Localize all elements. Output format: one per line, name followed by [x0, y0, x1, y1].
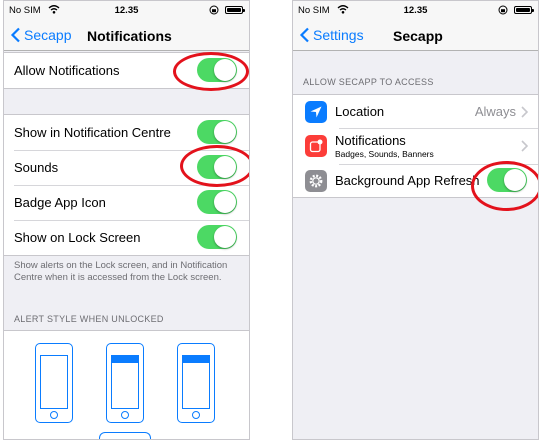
- background-app-refresh-toggle[interactable]: [487, 168, 527, 192]
- back-button[interactable]: Secapp: [10, 27, 71, 43]
- allow-notifications-toggle[interactable]: [197, 58, 237, 82]
- background-app-refresh-label: Background App Refresh: [335, 173, 480, 188]
- notifications-screen: No SIM 12.35 Secapp Notifications Allow …: [3, 0, 250, 440]
- alert-style-header: ALERT STYLE WHEN UNLOCKED: [14, 314, 164, 324]
- chevron-left-icon: [10, 27, 20, 43]
- gear-icon: [305, 169, 327, 192]
- allow-notifications-label: Allow Notifications: [14, 63, 120, 78]
- alert-style-alerts-option[interactable]: [177, 343, 215, 423]
- show-in-notification-centre-label: Show in Notification Centre: [14, 125, 171, 140]
- navigation-bar: Settings Secapp: [293, 21, 538, 51]
- badge-app-icon-row: Badge App Icon: [4, 185, 249, 220]
- allow-notifications-group: Allow Notifications: [4, 52, 249, 89]
- lock-screen-footnote: Show alerts on the Lock screen, and in N…: [14, 260, 228, 283]
- location-detail: Always: [474, 104, 516, 119]
- show-on-lock-screen-toggle[interactable]: [197, 225, 237, 249]
- orientation-lock-icon: [498, 5, 508, 15]
- page-title: Notifications: [87, 28, 172, 44]
- status-bar: No SIM 12.35: [293, 1, 538, 21]
- location-arrow-icon: [305, 100, 327, 123]
- selected-style-indicator: [99, 432, 151, 439]
- background-app-refresh-row: Background App Refresh: [293, 164, 538, 197]
- notifications-label: Notifications: [335, 133, 406, 148]
- back-label: Secapp: [24, 27, 72, 43]
- chevron-right-icon: [521, 140, 528, 152]
- alert-style-picker: [4, 330, 249, 439]
- badge-app-icon-label: Badge App Icon: [14, 195, 106, 210]
- notification-options-group: Show in Notification Centre Sounds Badge…: [4, 114, 249, 256]
- sounds-toggle[interactable]: [197, 155, 237, 179]
- battery-icon: [514, 6, 534, 14]
- location-row[interactable]: Location Always: [293, 95, 538, 128]
- notifications-subtitle: Badges, Sounds, Banners: [335, 149, 434, 159]
- badge-app-icon-toggle[interactable]: [197, 190, 237, 214]
- show-in-notification-centre-toggle[interactable]: [197, 120, 237, 144]
- alert-style-none-option[interactable]: [35, 343, 73, 423]
- chevron-left-icon: [299, 27, 309, 43]
- show-on-lock-screen-row: Show on Lock Screen: [4, 220, 249, 255]
- notifications-icon: [305, 135, 327, 157]
- show-in-notification-centre-row: Show in Notification Centre: [4, 115, 249, 150]
- location-label: Location: [335, 104, 385, 119]
- chevron-right-icon: [521, 105, 528, 118]
- allow-notifications-row: Allow Notifications: [4, 53, 249, 88]
- status-bar: No SIM 12.35: [4, 1, 249, 21]
- orientation-lock-icon: [209, 5, 219, 15]
- notifications-text: Notifications Badges, Sounds, Banners: [335, 133, 434, 159]
- navigation-bar: Secapp Notifications: [4, 21, 249, 51]
- app-settings-screen: No SIM 12.35 Settings Secapp ALLOW SECAP…: [292, 0, 539, 440]
- access-group: Location Always Notifications Badges, So…: [293, 94, 538, 198]
- battery-icon: [225, 6, 245, 14]
- notifications-row[interactable]: Notifications Badges, Sounds, Banners: [293, 128, 538, 164]
- back-label: Settings: [313, 27, 364, 43]
- alert-style-banners-option[interactable]: [106, 343, 144, 423]
- show-on-lock-screen-label: Show on Lock Screen: [14, 230, 141, 245]
- page-title: Secapp: [393, 28, 443, 44]
- sounds-row: Sounds: [4, 150, 249, 185]
- sounds-label: Sounds: [14, 160, 59, 175]
- back-button[interactable]: Settings: [299, 27, 364, 43]
- access-section-header: ALLOW SECAPP TO ACCESS: [303, 77, 434, 87]
